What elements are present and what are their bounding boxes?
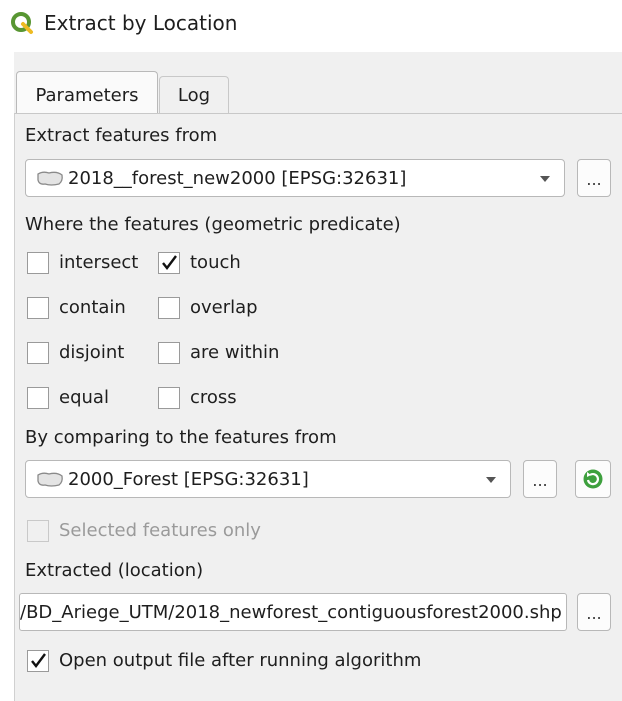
iterate-button[interactable]	[575, 460, 611, 498]
output-path-field[interactable]	[19, 593, 567, 631]
touch-checkbox[interactable]	[158, 252, 180, 274]
iterate-icon	[583, 469, 603, 489]
parameters-pane: Extract features from 2018__forest_new20…	[14, 113, 622, 701]
intersect-checkbox[interactable]	[27, 252, 49, 274]
polygon-layer-icon	[37, 472, 63, 487]
compare-layer-combo[interactable]: 2000_Forest [EPSG:32631]	[25, 460, 511, 498]
output-path-input[interactable]	[20, 594, 566, 630]
touch-label: touch	[190, 252, 241, 273]
dialog-panel: Parameters Log Extract features from 201…	[14, 52, 622, 701]
tab-parameters[interactable]: Parameters	[16, 71, 158, 114]
cross-label: cross	[190, 387, 237, 408]
disjoint-label: disjoint	[59, 342, 125, 363]
are-within-label: are within	[190, 342, 280, 363]
checkmark-icon	[31, 653, 46, 668]
equal-label: equal	[59, 387, 109, 408]
output-label: Extracted (location)	[25, 560, 204, 581]
qgis-logo-icon	[11, 12, 33, 34]
extract-from-layer-value: 2018__forest_new2000 [EPSG:32631]	[68, 168, 407, 189]
extract-from-label: Extract features from	[25, 125, 218, 146]
extract-from-browse-button[interactable]: ...	[577, 159, 611, 197]
disjoint-checkbox[interactable]	[27, 342, 49, 364]
polygon-layer-icon	[37, 171, 63, 186]
tab-log[interactable]: Log	[159, 76, 229, 114]
open-after-label: Open output file after running algorithm	[59, 650, 422, 671]
output-browse-button[interactable]: ...	[577, 593, 611, 631]
window-titlebar: Extract by Location	[0, 0, 622, 48]
chevron-down-icon	[540, 176, 550, 182]
compare-label: By comparing to the features from	[25, 427, 337, 448]
selected-only-label: Selected features only	[59, 520, 261, 541]
intersect-label: intersect	[59, 252, 139, 273]
overlap-checkbox[interactable]	[158, 297, 180, 319]
chevron-down-icon	[486, 477, 496, 483]
compare-browse-button[interactable]: ...	[523, 460, 557, 498]
predicate-label: Where the features (geometric predicate)	[25, 214, 401, 235]
cross-checkbox[interactable]	[158, 387, 180, 409]
selected-only-checkbox[interactable]	[27, 520, 49, 542]
overlap-label: overlap	[190, 297, 258, 318]
contain-checkbox[interactable]	[27, 297, 49, 319]
equal-checkbox[interactable]	[27, 387, 49, 409]
compare-layer-value: 2000_Forest [EPSG:32631]	[68, 469, 309, 490]
window-title: Extract by Location	[44, 11, 238, 35]
are-within-checkbox[interactable]	[158, 342, 180, 364]
open-after-checkbox[interactable]	[27, 650, 49, 672]
contain-label: contain	[59, 297, 126, 318]
extract-from-layer-combo[interactable]: 2018__forest_new2000 [EPSG:32631]	[25, 159, 565, 197]
checkmark-icon	[162, 255, 177, 270]
